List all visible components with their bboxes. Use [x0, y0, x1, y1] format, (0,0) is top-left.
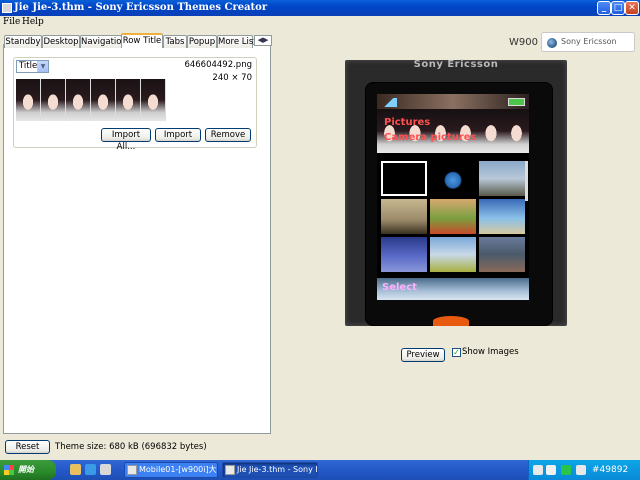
help-icon[interactable] — [546, 465, 556, 475]
photo-thumbnail — [503, 109, 529, 153]
grid-item-selected — [381, 161, 427, 196]
system-tray: #49892 — [528, 460, 640, 480]
chevron-right-icon[interactable]: ▶ — [263, 36, 268, 44]
photo-thumbnail — [141, 79, 166, 121]
sony-ericsson-logo-icon — [547, 38, 557, 48]
photo-thumbnail — [66, 79, 91, 121]
desktop-icon[interactable] — [100, 464, 111, 475]
start-label: 開始 — [18, 465, 34, 474]
network-icon[interactable] — [561, 465, 571, 475]
start-button[interactable]: 開始 — [0, 460, 56, 480]
task-mobile01[interactable]: Mobile01-[w900i]大... — [124, 462, 218, 478]
taskbar: 開始 Mobile01-[w900i]大... Jie Jie-3.thm - … — [0, 460, 640, 480]
screen-subtitle: Camera pictures — [384, 132, 477, 143]
window-title: Jie Jie-3.thm - Sony Ericsson Themes Cre… — [14, 2, 268, 13]
photo-thumbnail — [478, 109, 504, 153]
import-button[interactable]: Import — [155, 128, 201, 142]
theme-size-status: Theme size: 680 kB (696832 bytes) — [55, 442, 207, 452]
phone-brand-text: Sony Ericsson — [413, 59, 499, 70]
reset-button[interactable]: Reset — [5, 440, 50, 454]
photo-thumbnail — [479, 199, 525, 234]
photo-thumbnail — [41, 79, 66, 121]
windows-flag-icon — [4, 465, 14, 475]
show-images-label: Show Images — [462, 347, 519, 357]
task-themes-creator[interactable]: Jie Jie-3.thm - Sony Er... — [222, 462, 318, 478]
tab-scroll-arrows[interactable]: ◀▶ — [254, 35, 272, 46]
chevron-down-icon[interactable]: ▼ — [37, 61, 48, 72]
row-title-image-preview — [16, 79, 166, 121]
softkey-bar: Select — [377, 278, 529, 300]
volume-icon[interactable] — [576, 465, 586, 475]
walkman-logo-icon — [433, 316, 469, 326]
remove-button[interactable]: Remove — [205, 128, 251, 142]
screen-title-image — [377, 109, 529, 153]
quicklaunch-icon[interactable] — [70, 464, 81, 475]
import-all-button[interactable]: Import All... — [101, 128, 151, 152]
photo-thumbnail — [377, 109, 403, 153]
photo-thumbnail — [430, 199, 476, 234]
title-select-value: Title — [19, 61, 38, 71]
brand-badge: Sony Ericsson — [541, 32, 635, 52]
preview-button[interactable]: Preview — [401, 348, 445, 362]
menu-help[interactable]: Help — [22, 16, 44, 28]
keyboard-icon[interactable] — [533, 465, 543, 475]
battery-icon — [508, 98, 525, 106]
globe-icon — [430, 161, 476, 196]
signal-icon — [380, 98, 397, 107]
screen-scrollbar — [525, 161, 528, 201]
tab-desktop[interactable]: Desktop — [42, 35, 80, 48]
photo-thumbnail — [479, 237, 525, 272]
app-window-icon — [225, 465, 235, 475]
tab-standby[interactable]: Standby — [4, 35, 42, 48]
menu-file[interactable]: File — [3, 16, 20, 28]
photo-thumbnail — [91, 79, 116, 121]
photo-thumbnail — [381, 199, 427, 234]
photo-thumbnail — [116, 79, 141, 121]
tab-tabs[interactable]: Tabs — [163, 35, 187, 48]
photo-thumbnail — [452, 109, 479, 153]
photo-thumbnail — [427, 109, 453, 153]
task-label: Jie Jie-3.thm - Sony Er... — [237, 465, 317, 474]
brand-name: Sony Ericsson — [561, 37, 617, 46]
task-label: Mobile01-[w900i]大... — [139, 465, 218, 474]
tab-row-title[interactable]: Row Title — [121, 33, 163, 48]
softkey-label: Select — [382, 282, 417, 293]
photo-thumbnail — [430, 237, 476, 272]
browser-icon[interactable] — [85, 464, 96, 475]
tab-popup[interactable]: Popup — [187, 35, 217, 48]
photo-thumbnail — [381, 237, 427, 272]
tab-more-list[interactable]: More List — [217, 35, 257, 48]
maximize-button[interactable]: □ — [611, 1, 625, 15]
image-file-name: 646604492.png — [184, 60, 252, 70]
photo-thumbnail — [16, 79, 41, 121]
checkbox-checked[interactable]: ✓ — [452, 348, 461, 357]
screen-title: Pictures — [384, 117, 431, 128]
phone-screen: Pictures Camera pictures Select — [377, 94, 529, 300]
tab-navigation[interactable]: Navigation — [80, 35, 127, 48]
photo-thumbnail — [402, 109, 428, 153]
tray-text: #49892 — [592, 465, 629, 475]
menu-bar: File Help — [0, 16, 640, 28]
browser-window-icon — [127, 465, 137, 475]
photo-thumbnail — [479, 161, 525, 196]
title-select[interactable]: Title ▼ — [16, 60, 49, 73]
phone-model-label: W900 — [509, 37, 538, 48]
title-bar[interactable]: Jie Jie-3.thm - Sony Ericsson Themes Cre… — [0, 0, 640, 16]
app-icon — [2, 3, 12, 13]
phone-status-bar — [377, 94, 529, 109]
minimize-button[interactable]: _ — [597, 1, 611, 15]
close-button[interactable]: ✕ — [625, 1, 639, 15]
picture-grid — [381, 161, 525, 272]
